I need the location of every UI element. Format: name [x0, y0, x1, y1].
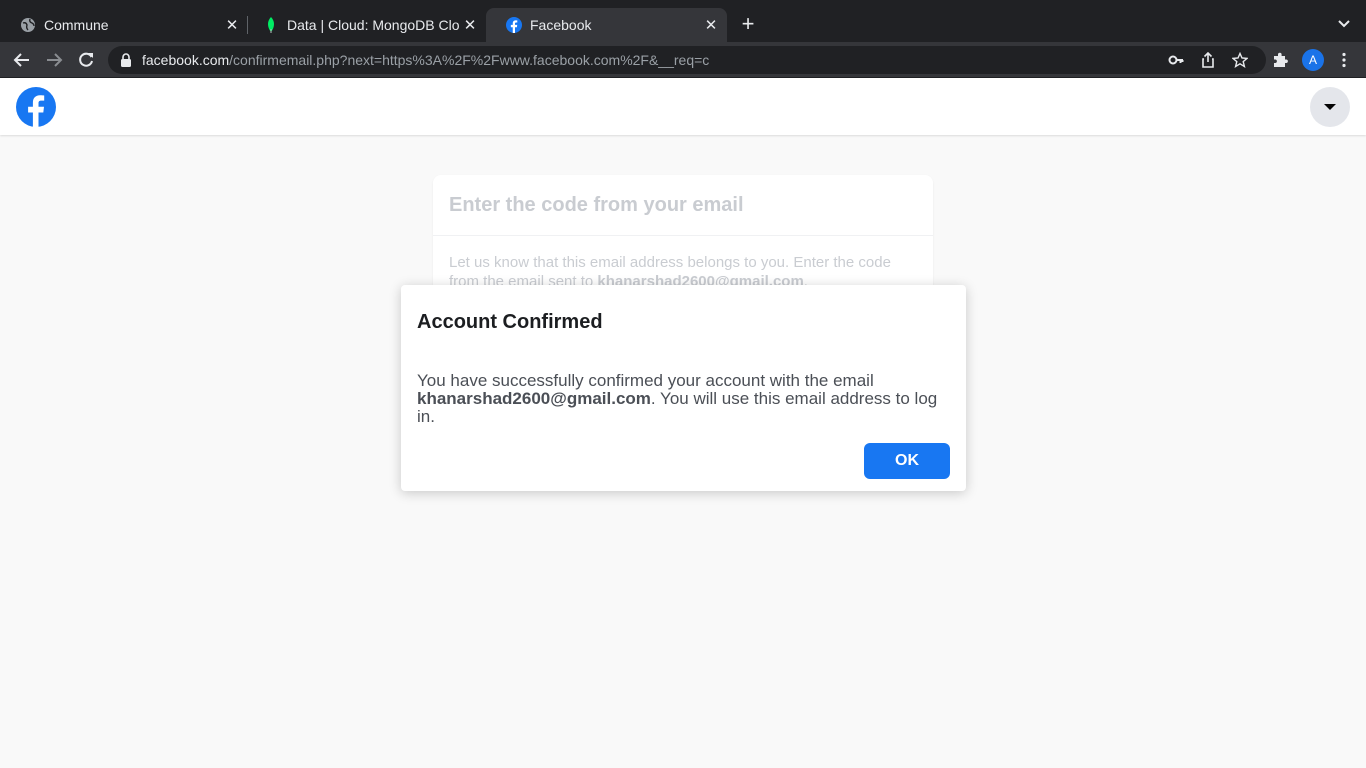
tab-search-button[interactable] — [1334, 14, 1354, 34]
tab-commune[interactable]: Commune ✕ — [0, 8, 248, 42]
forward-button[interactable] — [42, 48, 66, 72]
kebab-menu-icon — [1342, 52, 1346, 68]
facebook-logo[interactable] — [16, 87, 56, 127]
globe-icon — [20, 17, 36, 33]
chevron-down-icon — [1338, 20, 1350, 28]
dialog-email: khanarshad2600@gmail.com — [417, 389, 651, 408]
browser-menu-button[interactable] — [1332, 48, 1356, 72]
browser-toolbar: facebook.com/confirmemail.php?next=https… — [0, 42, 1366, 78]
account-menu-button[interactable] — [1310, 87, 1350, 127]
key-icon — [1168, 55, 1184, 65]
new-tab-button[interactable]: + — [737, 13, 759, 36]
profile-avatar[interactable]: A — [1302, 49, 1324, 71]
close-icon[interactable]: ✕ — [222, 15, 242, 35]
reload-icon — [79, 52, 93, 67]
tab-facebook[interactable]: Facebook ✕ — [486, 8, 727, 42]
tab-mongodb[interactable]: Data | Cloud: MongoDB Cloud ✕ — [243, 8, 486, 42]
close-icon[interactable]: ✕ — [701, 15, 721, 35]
mongodb-leaf-icon — [263, 17, 279, 33]
url-text: facebook.com/confirmemail.php?next=https… — [142, 52, 709, 68]
close-icon[interactable]: ✕ — [460, 15, 480, 35]
tab-strip: Commune ✕ Data | Cloud: MongoDB Cloud ✕ … — [0, 0, 1366, 42]
divider — [433, 235, 933, 236]
lock-icon — [121, 53, 131, 67]
tab-title: Data | Cloud: MongoDB Cloud — [287, 17, 460, 33]
facebook-icon — [506, 17, 522, 33]
password-key-button[interactable] — [1164, 48, 1188, 72]
ok-button[interactable]: OK — [864, 443, 950, 479]
puzzle-icon — [1274, 52, 1288, 67]
dialog-title: Account Confirmed — [417, 311, 603, 333]
back-button[interactable] — [10, 48, 34, 72]
reload-button[interactable] — [74, 48, 98, 72]
share-icon — [1202, 52, 1214, 68]
share-button[interactable] — [1196, 48, 1220, 72]
account-confirmed-dialog: Account Confirmed You have successfully … — [401, 285, 966, 491]
forward-arrow-icon — [47, 53, 63, 67]
address-bar[interactable]: facebook.com/confirmemail.php?next=https… — [108, 46, 1266, 74]
facebook-header — [0, 78, 1366, 135]
facebook-icon — [16, 87, 56, 127]
tab-title: Facebook — [530, 17, 592, 33]
bookmark-button[interactable] — [1228, 48, 1252, 72]
dialog-text: You have successfully confirmed your acc… — [417, 371, 874, 390]
url-host: facebook.com — [142, 52, 230, 68]
card-heading: Enter the code from your email — [449, 194, 744, 216]
url-path: /confirmemail.php?next=https%3A%2F%2Fwww… — [229, 52, 710, 68]
tab-title: Commune — [44, 17, 109, 33]
back-arrow-icon — [13, 53, 29, 67]
caret-down-icon — [1324, 104, 1336, 110]
dialog-message: You have successfully confirmed your acc… — [417, 372, 952, 426]
extensions-button[interactable] — [1268, 48, 1292, 72]
star-icon — [1232, 52, 1248, 68]
